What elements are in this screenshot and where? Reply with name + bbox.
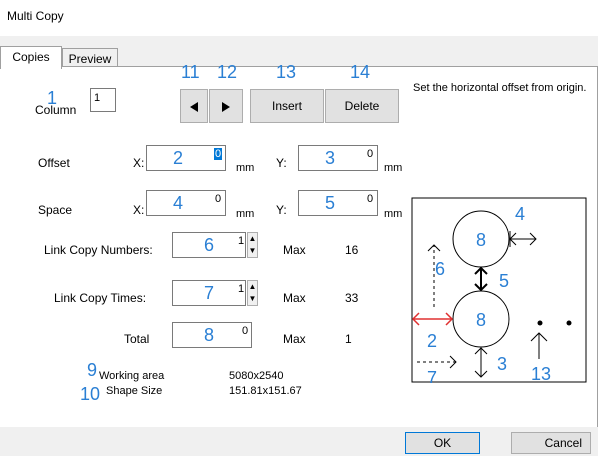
- link-copy-times-stepper[interactable]: ▲ ▼: [247, 280, 258, 306]
- diagram-label-5: 5: [499, 271, 509, 291]
- space-x-label: X:: [133, 203, 145, 217]
- space-label: Space: [38, 203, 73, 217]
- ok-button[interactable]: OK: [405, 432, 480, 454]
- spin-up-icon[interactable]: ▲: [248, 281, 257, 293]
- space-y-label: Y:: [276, 203, 287, 217]
- annotation-5: 5: [325, 193, 336, 213]
- total-max-value: 1: [345, 332, 352, 346]
- insert-button[interactable]: Insert: [250, 89, 324, 123]
- annotation-4: 4: [173, 193, 184, 213]
- window-title: Multi Copy: [7, 9, 64, 23]
- link-copy-times-max-value: 33: [345, 291, 359, 305]
- spin-up-icon[interactable]: ▲: [248, 233, 257, 245]
- diagram-label-13: 13: [531, 364, 551, 383]
- copy-layout-diagram: 8 8 4 5 6 2 3 7 13: [411, 197, 587, 383]
- link-copy-numbers-max-value: 16: [345, 243, 359, 257]
- offset-y-label: Y:: [276, 156, 287, 170]
- offset-y-value: 0: [367, 148, 374, 160]
- diagram-label-6: 6: [435, 259, 445, 279]
- link-copy-numbers-value: 1: [238, 235, 245, 247]
- next-button[interactable]: [209, 89, 243, 123]
- right-arrow-icon: [222, 102, 230, 112]
- offset-x-input[interactable]: 2 0: [146, 145, 226, 171]
- previous-button[interactable]: [180, 89, 208, 123]
- annotation-7: 7: [204, 283, 215, 303]
- diagram-label-3: 3: [497, 354, 507, 374]
- total-input[interactable]: 8 0: [172, 322, 252, 348]
- tab-copies[interactable]: Copies: [0, 46, 62, 69]
- link-copy-numbers-label: Link Copy Numbers:: [44, 243, 153, 257]
- link-copy-times-label: Link Copy Times:: [54, 291, 147, 305]
- link-copy-numbers-max-label: Max: [283, 243, 306, 257]
- annotation-6: 6: [204, 235, 215, 255]
- space-x-value: 0: [215, 193, 222, 205]
- spin-down-icon[interactable]: ▼: [248, 245, 257, 257]
- shape-size-label: Shape Size: [106, 385, 163, 397]
- column-value: 1: [94, 92, 101, 104]
- left-arrow-icon: [190, 102, 198, 112]
- bottom-button-bar: [0, 427, 598, 456]
- annotation-14: 14: [350, 62, 371, 82]
- annotation-13: 13: [276, 62, 297, 82]
- title-bar: Multi Copy: [0, 0, 598, 36]
- diagram-label-2: 2: [427, 331, 437, 351]
- delete-button[interactable]: Delete: [325, 89, 399, 123]
- offset-x-label: X:: [133, 156, 145, 170]
- total-max-label: Max: [283, 332, 306, 346]
- circle-label-8-bottom: 8: [476, 310, 486, 330]
- offset-x-value: 0: [214, 148, 223, 160]
- offset-y-unit: mm: [384, 162, 403, 174]
- annotation-10: 10: [80, 384, 101, 404]
- link-copy-numbers-stepper[interactable]: ▲ ▼: [247, 232, 258, 258]
- link-copy-times-max-label: Max: [283, 291, 306, 305]
- space-y-unit: mm: [384, 208, 403, 220]
- annotation-9: 9: [87, 360, 98, 380]
- shape-size-value: 151.81x151.67: [229, 385, 302, 397]
- diagram-label-7: 7: [427, 368, 437, 383]
- annotation-1: 1: [47, 88, 58, 108]
- cancel-button[interactable]: Cancel: [511, 432, 591, 454]
- offset-x-unit: mm: [236, 162, 255, 174]
- space-x-input[interactable]: 4 0: [146, 190, 226, 216]
- help-text: Set the horizontal offset from origin.: [413, 82, 587, 94]
- working-area-value: 5080x2540: [229, 370, 284, 382]
- annotation-2: 2: [173, 148, 184, 168]
- spin-down-icon[interactable]: ▼: [248, 293, 257, 305]
- link-copy-numbers-input[interactable]: 6 1: [172, 232, 246, 258]
- annotation-8: 8: [204, 325, 215, 345]
- annotation-12: 12: [217, 62, 238, 82]
- offset-y-input[interactable]: 3 0: [298, 145, 378, 171]
- space-y-value: 0: [367, 193, 374, 205]
- annotation-11: 11: [181, 62, 200, 82]
- working-area-label: Working area: [99, 370, 165, 382]
- link-copy-times-input[interactable]: 7 1: [172, 280, 246, 306]
- diagram-label-4: 4: [515, 204, 525, 224]
- space-x-unit: mm: [236, 208, 255, 220]
- total-label: Total: [124, 332, 150, 346]
- total-value: 0: [242, 325, 249, 337]
- offset-label: Offset: [38, 156, 70, 170]
- link-copy-times-value: 1: [238, 283, 245, 295]
- space-y-input[interactable]: 5 0: [298, 190, 378, 216]
- annotation-3: 3: [325, 148, 336, 168]
- circle-label-8-top: 8: [476, 230, 486, 250]
- column-input[interactable]: 1: [90, 88, 116, 112]
